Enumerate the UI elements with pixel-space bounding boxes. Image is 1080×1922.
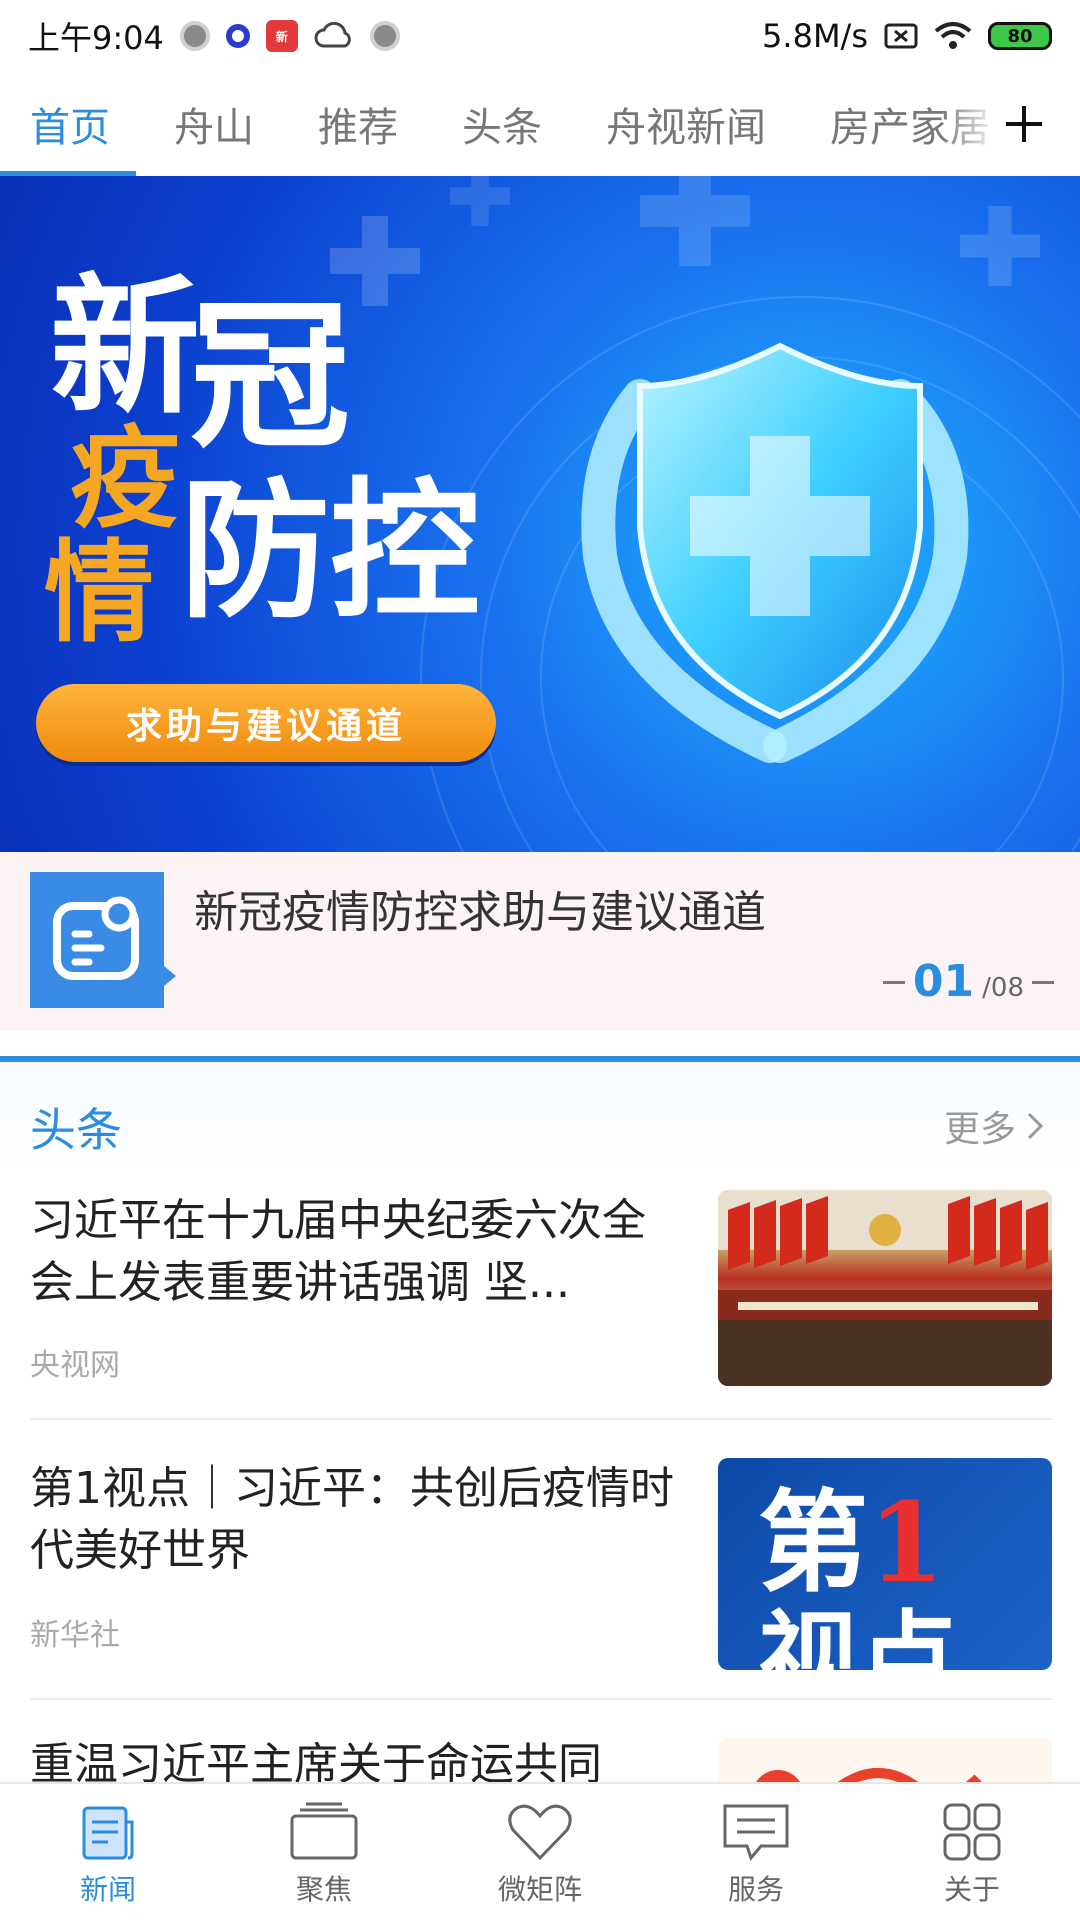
feedback-icon bbox=[30, 872, 176, 1008]
section-header-bg bbox=[0, 1062, 1080, 1172]
wifi-icon bbox=[934, 21, 972, 51]
news-item[interactable]: 第1视点｜习近平：共创后疫情时代美好世界 新华社 第1 视点 bbox=[30, 1458, 1052, 1670]
channel-tabs: 首页 舟山 推荐 头条 舟视新闻 房产家居 bbox=[0, 72, 1080, 176]
tab-zhoushi-news[interactable]: 舟视新闻 bbox=[606, 72, 766, 176]
shield-icon bbox=[581, 342, 969, 763]
grid-icon bbox=[943, 1803, 1001, 1861]
decor-cross-icon bbox=[450, 176, 510, 226]
news-app-icon: 新 bbox=[265, 20, 298, 52]
heart-icon bbox=[508, 1804, 572, 1861]
pager-current: 01 bbox=[912, 956, 975, 1007]
nav-news[interactable]: 新闻 bbox=[0, 1784, 216, 1922]
nav-service-label: 服务 bbox=[727, 1873, 784, 1906]
banner-word-guan: 冠 bbox=[190, 282, 351, 470]
nav-matrix[interactable]: 微矩阵 bbox=[432, 1784, 648, 1922]
list-separator bbox=[30, 1418, 1052, 1420]
decor-cross-icon bbox=[640, 176, 750, 266]
banner-cta-button[interactable]: 求助与建议通道 bbox=[36, 684, 496, 762]
thumb-text: 第1 bbox=[758, 1478, 945, 1607]
banner-word-qing: 情 bbox=[44, 528, 154, 657]
chevron-right-icon bbox=[1027, 1112, 1044, 1140]
tab-home[interactable]: 首页 bbox=[0, 72, 136, 176]
section-title: 头条 bbox=[30, 1103, 122, 1157]
net-speed: 5.8M/s bbox=[762, 17, 868, 55]
sim-off-icon bbox=[884, 22, 918, 50]
banner-caption[interactable]: 新冠疫情防控求助与建议通道 01 /08 bbox=[0, 852, 1080, 1030]
notification-icon-2 bbox=[369, 21, 400, 51]
list-separator bbox=[30, 1698, 1052, 1700]
nav-focus[interactable]: 聚焦 bbox=[216, 1784, 432, 1922]
banner-word-xin: 新 bbox=[50, 259, 201, 435]
add-channel-button[interactable] bbox=[988, 88, 1060, 160]
news-title: 习近平在十九届中央纪委六次全会上发表重要讲话强调 坚... bbox=[30, 1195, 646, 1308]
message-icon bbox=[723, 1804, 789, 1862]
news-item[interactable]: 习近平在十九届中央纪委六次全会上发表重要讲话强调 坚... 央视网 bbox=[30, 1190, 1052, 1390]
tab-zhoushan[interactable]: 舟山 bbox=[174, 72, 254, 176]
more-label: 更多 bbox=[943, 1109, 1016, 1150]
notification-icon bbox=[179, 21, 210, 51]
news-title: 重温习近平主席关于命运共同 bbox=[30, 1739, 602, 1782]
news-icon bbox=[82, 1806, 134, 1860]
pager-total: /08 bbox=[982, 973, 1024, 1003]
nav-matrix-label: 微矩阵 bbox=[497, 1873, 582, 1906]
news-thumbnail bbox=[718, 1190, 1052, 1386]
hero-banner[interactable]: 新 冠 疫 情 防控 求助与建议通道 bbox=[0, 176, 1080, 852]
tab-recommend[interactable]: 推荐 bbox=[318, 72, 398, 176]
nav-focus-label: 聚焦 bbox=[295, 1873, 352, 1906]
banner-word-fangkong: 防控 bbox=[180, 463, 481, 639]
news-source: 新华社 bbox=[30, 1618, 120, 1653]
caption-title: 新冠疫情防控求助与建议通道 bbox=[194, 887, 766, 938]
nav-about[interactable]: 关于 bbox=[864, 1784, 1080, 1922]
thumb-text-2: 视点 bbox=[758, 1599, 958, 1670]
nav-news-label: 新闻 bbox=[79, 1873, 136, 1906]
status-bar: 上午9:04 新 5.8M/s 80 bbox=[0, 0, 1080, 72]
focus-icon bbox=[290, 1802, 358, 1860]
news-thumbnail bbox=[718, 1738, 1052, 1782]
plus-icon bbox=[1006, 106, 1042, 142]
meeting-image bbox=[718, 1190, 1052, 1386]
banner-pager: 01 /08 bbox=[882, 956, 1054, 1007]
tab-headlines[interactable]: 头条 bbox=[462, 72, 542, 176]
cloud-icon bbox=[314, 22, 354, 50]
news-item[interactable]: 重温习近平主席关于命运共同 bbox=[30, 1730, 1052, 1782]
nav-service[interactable]: 服务 bbox=[648, 1784, 864, 1922]
nav-about-label: 关于 bbox=[943, 1873, 1000, 1906]
news-title: 第1视点｜习近平：共创后疫情时代美好世界 bbox=[30, 1463, 674, 1576]
status-time: 上午9:04 bbox=[28, 19, 164, 57]
bottom-navigation: 新闻 聚焦 微矩阵 服务 关于 bbox=[0, 1782, 1080, 1922]
news-source: 央视网 bbox=[30, 1348, 120, 1383]
notification-app-icon bbox=[225, 24, 250, 48]
news-thumbnail: 第1 视点 bbox=[718, 1458, 1052, 1670]
decor-cross-icon bbox=[960, 206, 1040, 286]
battery-icon: 80 bbox=[988, 22, 1052, 50]
more-link[interactable]: 更多 bbox=[944, 1100, 1044, 1152]
banner-word-yi: 疫 bbox=[70, 414, 180, 543]
